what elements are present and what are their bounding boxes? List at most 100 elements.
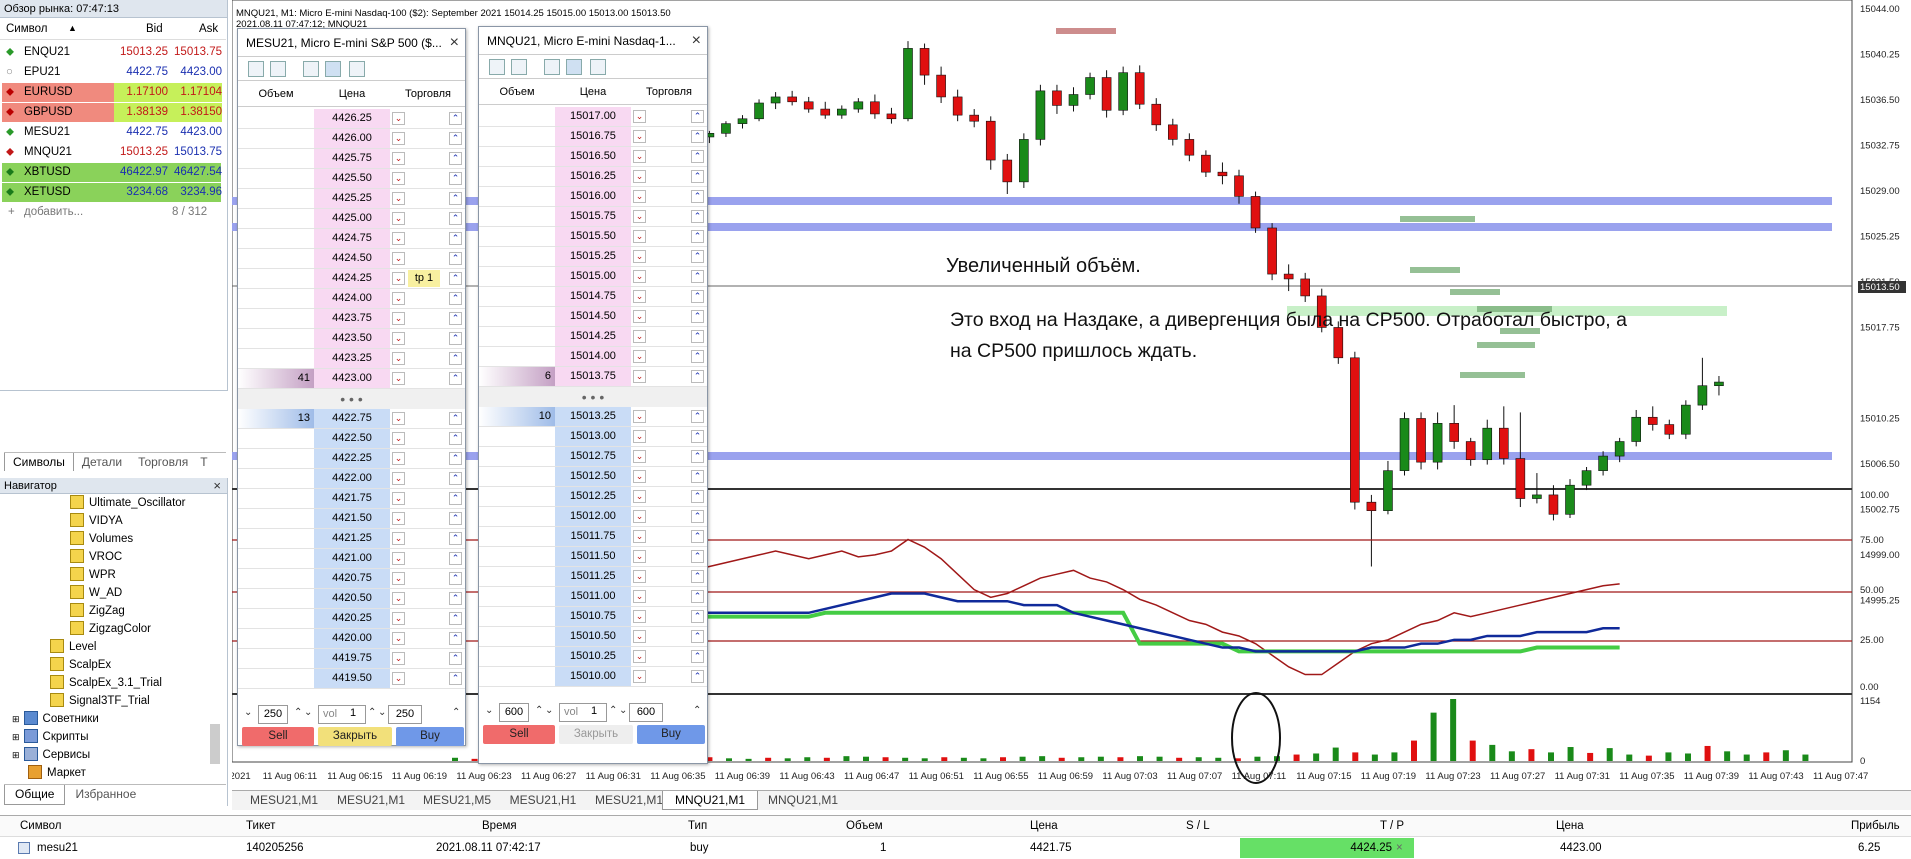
ask-level[interactable]: 4424.00 ⌄ ⌃ bbox=[238, 289, 465, 309]
qty-left-input[interactable]: 600 bbox=[499, 703, 529, 722]
trade-row[interactable]: mesu21 140205256 2021.08.11 07:42:17 buy… bbox=[0, 838, 1911, 859]
buy-limit-button[interactable]: ⌃ bbox=[691, 570, 704, 583]
decrement-icon[interactable]: ⌄ bbox=[244, 707, 252, 718]
ask-level[interactable]: 4423.75 ⌄ ⌃ bbox=[238, 309, 465, 329]
ask-level[interactable]: 15016.50 ⌄ ⌃ bbox=[479, 147, 707, 167]
nav-folder-scripts[interactable]: ⊞ Скрипты bbox=[12, 728, 88, 746]
buy-limit-button[interactable]: ⌃ bbox=[449, 632, 462, 645]
ask-level[interactable]: 15013.75 ⌄ ⌃ 6 bbox=[479, 367, 707, 387]
sell-limit-button[interactable]: ⌄ bbox=[633, 190, 646, 203]
nav-item[interactable]: ZigZag bbox=[70, 602, 125, 620]
settings-icon[interactable] bbox=[303, 61, 319, 77]
sell-limit-button[interactable]: ⌄ bbox=[633, 410, 646, 423]
ask-level[interactable]: 15014.75 ⌄ ⌃ bbox=[479, 287, 707, 307]
decrement-icon[interactable]: ⌄ bbox=[545, 705, 553, 716]
decrement-icon[interactable]: ⌄ bbox=[485, 705, 493, 716]
ask-level[interactable]: 4426.00 ⌄ ⌃ bbox=[238, 129, 465, 149]
trade-col-price-current[interactable]: Цена bbox=[1556, 816, 1584, 836]
buy-limit-button[interactable]: ⌃ bbox=[691, 370, 704, 383]
decrement-icon[interactable]: ⌄ bbox=[619, 705, 627, 716]
sell-limit-button[interactable]: ⌄ bbox=[633, 530, 646, 543]
increment-icon[interactable]: ⌃ bbox=[693, 705, 701, 716]
increment-icon[interactable]: ⌃ bbox=[294, 707, 302, 718]
bid-level[interactable]: 4421.75 ⌄ ⌃ bbox=[238, 489, 465, 509]
buy-limit-button[interactable]: ⌃ bbox=[691, 450, 704, 463]
sell-limit-button[interactable]: ⌄ bbox=[633, 130, 646, 143]
buy-limit-button[interactable]: ⌃ bbox=[449, 232, 462, 245]
sell-limit-button[interactable]: ⌄ bbox=[392, 172, 405, 185]
buy-limit-button[interactable]: ⌃ bbox=[449, 252, 462, 265]
sell-limit-button[interactable]: ⌄ bbox=[633, 310, 646, 323]
sell-limit-button[interactable]: ⌄ bbox=[392, 432, 405, 445]
close-icon[interactable]: × bbox=[450, 34, 459, 52]
grid-icon[interactable] bbox=[511, 59, 527, 75]
tab-more[interactable]: Т bbox=[196, 453, 211, 471]
bid-level[interactable]: 4422.50 ⌄ ⌃ bbox=[238, 429, 465, 449]
bid-level[interactable]: 15010.75 ⌄ ⌃ bbox=[479, 607, 707, 627]
chart-icon[interactable] bbox=[248, 61, 264, 77]
sell-limit-button[interactable]: ⌄ bbox=[392, 312, 405, 325]
sell-limit-button[interactable]: ⌄ bbox=[392, 232, 405, 245]
nav-item[interactable]: W_AD bbox=[70, 584, 122, 602]
buy-limit-button[interactable]: ⌃ bbox=[449, 152, 462, 165]
chart-tab[interactable]: MESU21,M1 bbox=[328, 791, 414, 810]
tab-common[interactable]: Общие bbox=[4, 785, 66, 805]
buy-limit-button[interactable]: ⌃ bbox=[449, 172, 462, 185]
sell-limit-button[interactable]: ⌄ bbox=[633, 350, 646, 363]
columns-icon[interactable] bbox=[566, 59, 582, 75]
nav-item[interactable]: VROC bbox=[70, 548, 122, 566]
sell-limit-button[interactable]: ⌄ bbox=[633, 330, 646, 343]
sell-limit-button[interactable]: ⌄ bbox=[633, 490, 646, 503]
sell-limit-button[interactable]: ⌄ bbox=[392, 672, 405, 685]
sell-limit-button[interactable]: ⌄ bbox=[392, 332, 405, 345]
sell-limit-button[interactable]: ⌄ bbox=[392, 352, 405, 365]
nav-item[interactable]: Level bbox=[50, 638, 97, 656]
sell-limit-button[interactable]: ⌄ bbox=[633, 170, 646, 183]
market-row[interactable]: ⬥ XETUSD 3234.68 3234.96 bbox=[2, 183, 222, 202]
sell-limit-button[interactable]: ⌄ bbox=[633, 570, 646, 583]
sell-limit-button[interactable]: ⌄ bbox=[392, 512, 405, 525]
buy-limit-button[interactable]: ⌃ bbox=[449, 652, 462, 665]
tab-trading[interactable]: Торговля bbox=[130, 453, 196, 471]
buy-limit-button[interactable]: ⌃ bbox=[449, 432, 462, 445]
bid-level[interactable]: 4421.50 ⌄ ⌃ bbox=[238, 509, 465, 529]
tp-cell[interactable]: 4424.25 bbox=[1240, 838, 1414, 858]
buy-limit-button[interactable]: ⌃ bbox=[691, 630, 704, 643]
sell-limit-button[interactable]: ⌄ bbox=[633, 150, 646, 163]
bid-level[interactable]: 15011.50 ⌄ ⌃ bbox=[479, 547, 707, 567]
ask-level[interactable]: 4424.25 ⌄ ⌃ tp 1 bbox=[238, 269, 465, 289]
sell-limit-button[interactable]: ⌄ bbox=[392, 652, 405, 665]
buy-limit-button[interactable]: ⌃ bbox=[449, 512, 462, 525]
buy-limit-button[interactable]: ⌃ bbox=[449, 492, 462, 505]
buy-limit-button[interactable]: ⌃ bbox=[691, 650, 704, 663]
buy-limit-button[interactable]: ⌃ bbox=[449, 332, 462, 345]
settings-icon[interactable] bbox=[544, 59, 560, 75]
bid-level[interactable]: 15011.75 ⌄ ⌃ bbox=[479, 527, 707, 547]
buy-limit-button[interactable]: ⌃ bbox=[449, 452, 462, 465]
ask-level[interactable]: 4426.25 ⌄ ⌃ bbox=[238, 109, 465, 129]
buy-limit-button[interactable]: ⌃ bbox=[449, 352, 462, 365]
market-row[interactable]: ⬥ MESU21 4422.75 4423.00 bbox=[2, 123, 222, 142]
increment-icon[interactable]: ⌃ bbox=[535, 705, 543, 716]
buy-limit-button[interactable]: ⌃ bbox=[449, 212, 462, 225]
bid-level[interactable]: 4419.50 ⌄ ⌃ bbox=[238, 669, 465, 689]
sell-button[interactable]: Sell bbox=[483, 725, 555, 744]
decrement-icon[interactable]: ⌄ bbox=[378, 707, 386, 718]
tab-details[interactable]: Детали bbox=[74, 453, 130, 471]
chart-tab[interactable]: MESU21,M1 bbox=[240, 791, 328, 810]
buy-limit-button[interactable]: ⌃ bbox=[691, 430, 704, 443]
bid-level[interactable]: 15010.50 ⌄ ⌃ bbox=[479, 627, 707, 647]
trade-col-profit[interactable]: Прибыль bbox=[1851, 816, 1900, 836]
buy-limit-button[interactable]: ⌃ bbox=[691, 170, 704, 183]
bid-level[interactable]: 4420.50 ⌄ ⌃ bbox=[238, 589, 465, 609]
bid-level[interactable]: 15013.25 ⌄ ⌃ 10 bbox=[479, 407, 707, 427]
bid-level[interactable]: 4422.00 ⌄ ⌃ bbox=[238, 469, 465, 489]
buy-limit-button[interactable]: ⌃ bbox=[691, 250, 704, 263]
sell-limit-button[interactable]: ⌄ bbox=[633, 110, 646, 123]
trade-col-time[interactable]: Время bbox=[482, 816, 517, 836]
nav-item[interactable]: Signal3TF_Trial bbox=[50, 692, 150, 710]
decrement-icon[interactable]: ⌄ bbox=[304, 707, 312, 718]
spread-separator[interactable]: • • • bbox=[238, 389, 465, 409]
ask-level[interactable]: 4425.00 ⌄ ⌃ bbox=[238, 209, 465, 229]
sell-limit-button[interactable]: ⌄ bbox=[392, 272, 405, 285]
